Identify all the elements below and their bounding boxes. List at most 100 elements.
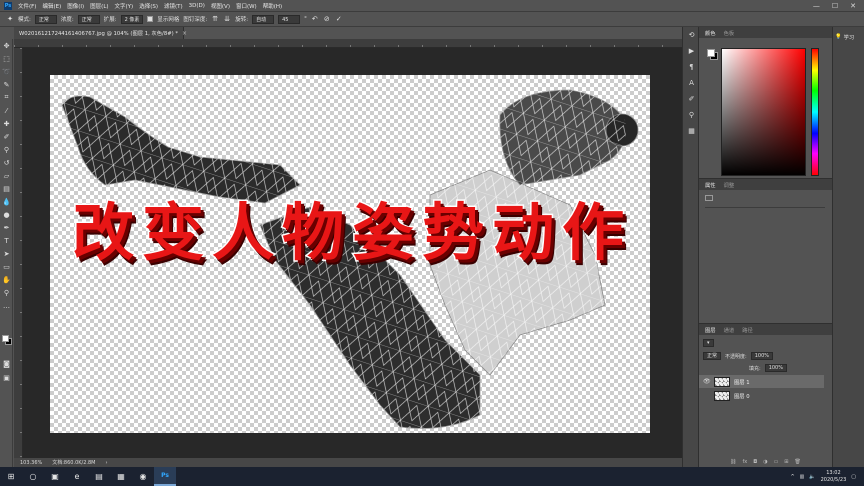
undo-icon[interactable]: ↶ [311,15,319,23]
actions-panel-icon[interactable]: ▶ [683,43,700,59]
commit-check-icon[interactable]: ✓ [335,15,343,23]
character-panel-icon[interactable]: A [683,75,700,91]
tab-properties[interactable]: 属性 [705,181,716,189]
notification-icon[interactable]: ▢ [851,474,856,480]
new-layer-icon[interactable]: ⊞ [784,459,788,467]
delete-layer-icon[interactable]: 🗑 [795,459,801,467]
history-brush-tool-icon[interactable]: ↺ [0,156,13,169]
file-explorer-icon[interactable]: ▤ [88,467,110,486]
layer-row[interactable]: 👁 图层 1 [699,375,824,388]
opacity-input[interactable]: 100% [750,352,773,360]
menu-edit[interactable]: 编辑(E) [42,2,61,10]
mode-select[interactable]: 正常 [34,14,57,24]
task-view-icon[interactable]: ▣ [44,467,66,486]
quick-mask-icon[interactable]: ◙ [0,357,13,370]
minimize-icon[interactable]: — [813,2,820,10]
brush-settings-panel-icon[interactable]: ✐ [683,91,700,107]
hand-tool-icon[interactable]: ✋ [0,273,13,286]
volume-icon[interactable]: 🔈 [809,474,815,480]
quick-select-tool-icon[interactable]: ✎ [0,78,13,91]
windows-start-icon[interactable]: ⊞ [0,467,22,486]
learn-button[interactable]: 💡 学习 [833,27,864,47]
close-tab-icon[interactable]: × [182,30,187,37]
menu-file[interactable]: 文件(F) [18,2,36,10]
tab-adjustments[interactable]: 调整 [724,181,735,189]
foreground-color-swatch[interactable] [2,335,9,342]
menu-filter[interactable]: 滤镜(T) [164,2,183,10]
menu-layer[interactable]: 图层(L) [90,2,108,10]
add-mask-icon[interactable]: ◘ [753,459,757,467]
fill-input[interactable]: 100% [764,364,787,372]
tab-color[interactable]: 颜色 [705,29,716,37]
layer-filter-kind[interactable]: ▾ [703,339,714,347]
zoom-level[interactable]: 103.36% [20,460,42,466]
type-tool-icon[interactable]: T [0,234,13,247]
blur-tool-icon[interactable]: 💧 [0,195,13,208]
crop-tool-icon[interactable]: ⌗ [0,91,13,104]
gradient-tool-icon[interactable]: ▤ [0,182,13,195]
menu-image[interactable]: 图像(I) [67,2,84,10]
zoom-tool-icon[interactable]: ⚲ [0,286,13,299]
more-tools-icon[interactable]: … [0,299,13,312]
clock[interactable]: 13:02 2020/5/23 [821,470,847,484]
layer-thumbnail [714,390,730,401]
rectangle-tool-icon[interactable]: ▭ [0,260,13,273]
adjustment-layer-icon[interactable]: ◑ [763,459,767,467]
paragraph-panel-icon[interactable]: ¶ [683,59,700,75]
move-tool-icon[interactable]: ✥ [0,39,13,52]
expand-select[interactable]: 2 像素 [120,14,144,24]
clone-stamp-tool-icon[interactable]: ⚲ [0,143,13,156]
menu-type[interactable]: 文字(Y) [115,2,134,10]
tray-chevron-icon[interactable]: ^ [790,474,794,480]
layer-row[interactable]: 图层 0 [699,389,824,402]
screen-mode-icon[interactable]: ▣ [0,371,13,384]
close-icon[interactable]: ✕ [850,2,856,10]
menu-help[interactable]: 帮助(H) [263,2,282,10]
search-icon[interactable]: ○ [22,467,44,486]
puppet-warp-tool-icon[interactable]: ✦ [6,15,14,23]
density-select[interactable]: 正常 [77,14,100,24]
maximize-icon[interactable]: ☐ [832,2,838,10]
tab-layers[interactable]: 图层 [705,326,716,334]
store-icon[interactable]: ▦ [110,467,132,486]
app-icon[interactable]: ◉ [132,467,154,486]
menu-view[interactable]: 视图(V) [211,2,230,10]
libraries-panel-icon[interactable]: ▦ [683,123,700,139]
pin-depth-up-icon[interactable]: ⇈ [211,15,219,23]
document-tab[interactable]: W020161217244161406767.jpg @ 104% (图层 1,… [14,27,187,39]
layer-style-icon[interactable]: fx [742,459,747,467]
hue-slider[interactable] [811,48,819,176]
rotate-select[interactable]: 自动 [252,14,275,24]
history-panel-icon[interactable]: ⟲ [683,27,700,43]
edge-browser-icon[interactable]: e [66,467,88,486]
pin-depth-down-icon[interactable]: ⇊ [223,15,231,23]
link-layers-icon[interactable]: ⛓ [730,459,736,467]
cancel-icon[interactable]: ⊘ [323,15,331,23]
blend-mode-select[interactable]: 正常 [703,352,722,360]
menu-3d[interactable]: 3D(D) [189,3,205,9]
chevron-right-icon[interactable]: › [105,460,107,466]
tab-paths[interactable]: 路径 [742,326,753,334]
foreground-color-chip[interactable] [707,49,715,57]
photoshop-taskbar-icon[interactable]: Ps [154,467,176,486]
menu-select[interactable]: 选择(S) [139,2,158,10]
show-mesh-checkbox[interactable] [147,16,154,22]
marquee-tool-icon[interactable]: ⬚ [0,52,13,65]
lasso-tool-icon[interactable]: ➰ [0,65,13,78]
healing-brush-tool-icon[interactable]: ✚ [0,117,13,130]
tab-channels[interactable]: 通道 [724,326,735,334]
menu-window[interactable]: 窗口(W) [236,2,257,10]
tab-swatches[interactable]: 色板 [724,29,735,37]
brush-tool-icon[interactable]: ✐ [0,130,13,143]
pen-tool-icon[interactable]: ✒ [0,221,13,234]
path-select-tool-icon[interactable]: ➤ [0,247,13,260]
eraser-tool-icon[interactable]: ▱ [0,169,13,182]
network-icon[interactable]: ▥ [800,474,805,480]
eye-icon[interactable]: 👁 [703,378,711,385]
color-picker-field[interactable] [721,48,806,176]
clone-source-panel-icon[interactable]: ⚲ [683,107,700,123]
rotate-degrees-input[interactable]: 45 [278,14,301,24]
new-group-icon[interactable]: ▭ [774,459,779,467]
eyedropper-tool-icon[interactable]: ⁄ [0,104,13,117]
dodge-tool-icon[interactable]: ● [0,208,13,221]
